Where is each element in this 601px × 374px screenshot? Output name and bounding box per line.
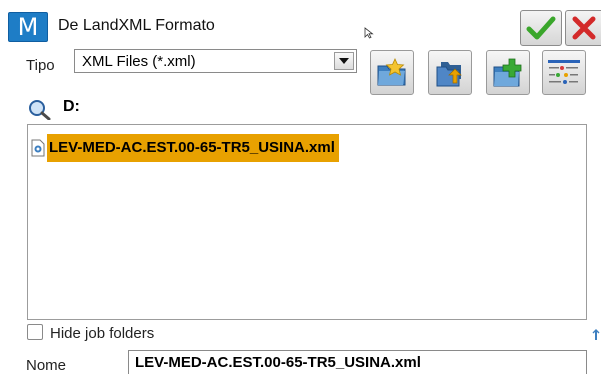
file-name-input[interactable] — [129, 351, 586, 374]
checkmark-icon — [526, 16, 556, 40]
file-name: LEV-MED-AC.EST.00-65-TR5_USINA.xml — [47, 134, 339, 162]
dropdown-arrow-icon[interactable] — [334, 52, 354, 70]
file-name-field[interactable] — [128, 350, 587, 374]
file-name-label: Nome — [26, 357, 67, 374]
mouse-cursor-icon — [364, 27, 374, 39]
browse-drive-icon[interactable] — [26, 98, 52, 120]
app-logo-letter: M — [17, 13, 39, 41]
folder-plus-icon — [493, 58, 522, 86]
favorite-folder-button[interactable] — [370, 50, 414, 95]
hide-job-folders-checkbox[interactable] — [27, 324, 43, 340]
hide-job-folders-label: Hide job folders — [50, 325, 155, 342]
close-icon — [572, 16, 595, 40]
xml-file-icon — [31, 139, 45, 157]
app-logo-icon: M — [8, 12, 48, 42]
cancel-button[interactable] — [565, 10, 601, 46]
view-options-button[interactable] — [542, 50, 586, 95]
file-list[interactable]: LEV-MED-AC.EST.00-65-TR5_USINA.xml — [27, 124, 587, 320]
new-folder-button[interactable] — [486, 50, 530, 95]
folder-star-icon — [377, 57, 406, 85]
list-view-icon — [548, 59, 580, 84]
accept-button[interactable] — [520, 10, 562, 46]
folder-up-button[interactable] — [428, 50, 472, 95]
folder-up-icon — [436, 61, 462, 86]
list-item[interactable]: LEV-MED-AC.EST.00-65-TR5_USINA.xml — [31, 134, 339, 162]
scroll-hint-icon — [592, 329, 600, 340]
current-path-label: D: — [63, 98, 80, 115]
title-bar: M De LandXML Formato — [0, 0, 601, 46]
file-type-select[interactable]: XML Files (*.xml) — [74, 49, 357, 73]
file-type-value: XML Files (*.xml) — [82, 53, 196, 70]
tipo-label: Tipo — [26, 57, 55, 74]
window-title: De LandXML Formato — [58, 17, 215, 34]
